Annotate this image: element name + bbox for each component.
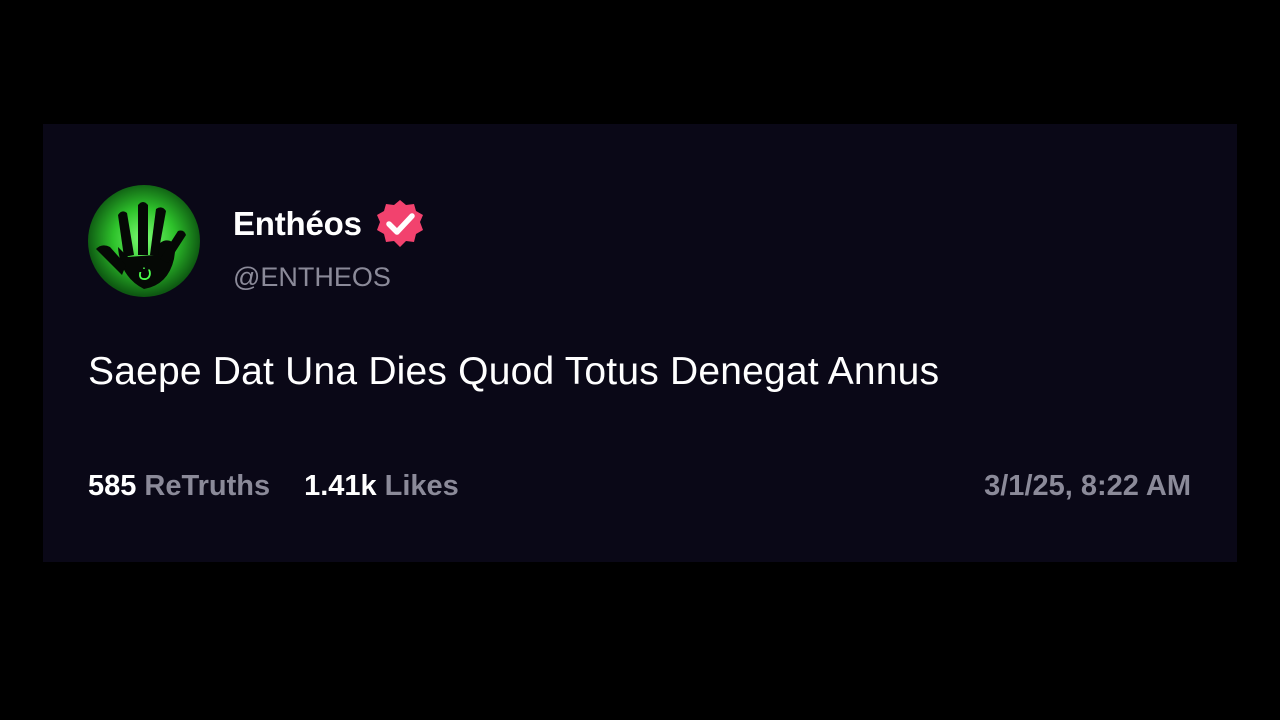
avatar-symbol: ن (138, 258, 153, 282)
author-handle[interactable]: @ENTHEOS (233, 262, 391, 293)
retruths-label: ReTruths (144, 470, 271, 502)
post-text: Saepe Dat Una Dies Quod Totus Denegat An… (88, 350, 940, 393)
likes-label: Likes (384, 470, 459, 502)
post-stats: 585 ReTruths 1.41k Likes (88, 470, 459, 503)
post-card: ن Enthéos @ENTHEOS Saepe Dat Una Dies Qu… (43, 124, 1237, 562)
author-display-name[interactable]: Enthéos (233, 205, 362, 243)
avatar[interactable]: ن (88, 185, 200, 297)
author-name-row: Enthéos (233, 198, 426, 250)
verified-badge-icon (376, 200, 423, 247)
post-timestamp[interactable]: 3/1/25, 8:22 AM (984, 470, 1191, 503)
retruths-count: 585 (88, 470, 137, 502)
likes-count: 1.41k (304, 470, 377, 502)
hand-icon: ن (96, 202, 186, 289)
likes-stat[interactable]: 1.41k Likes (304, 470, 459, 503)
retruths-stat[interactable]: 585 ReTruths (88, 470, 270, 503)
